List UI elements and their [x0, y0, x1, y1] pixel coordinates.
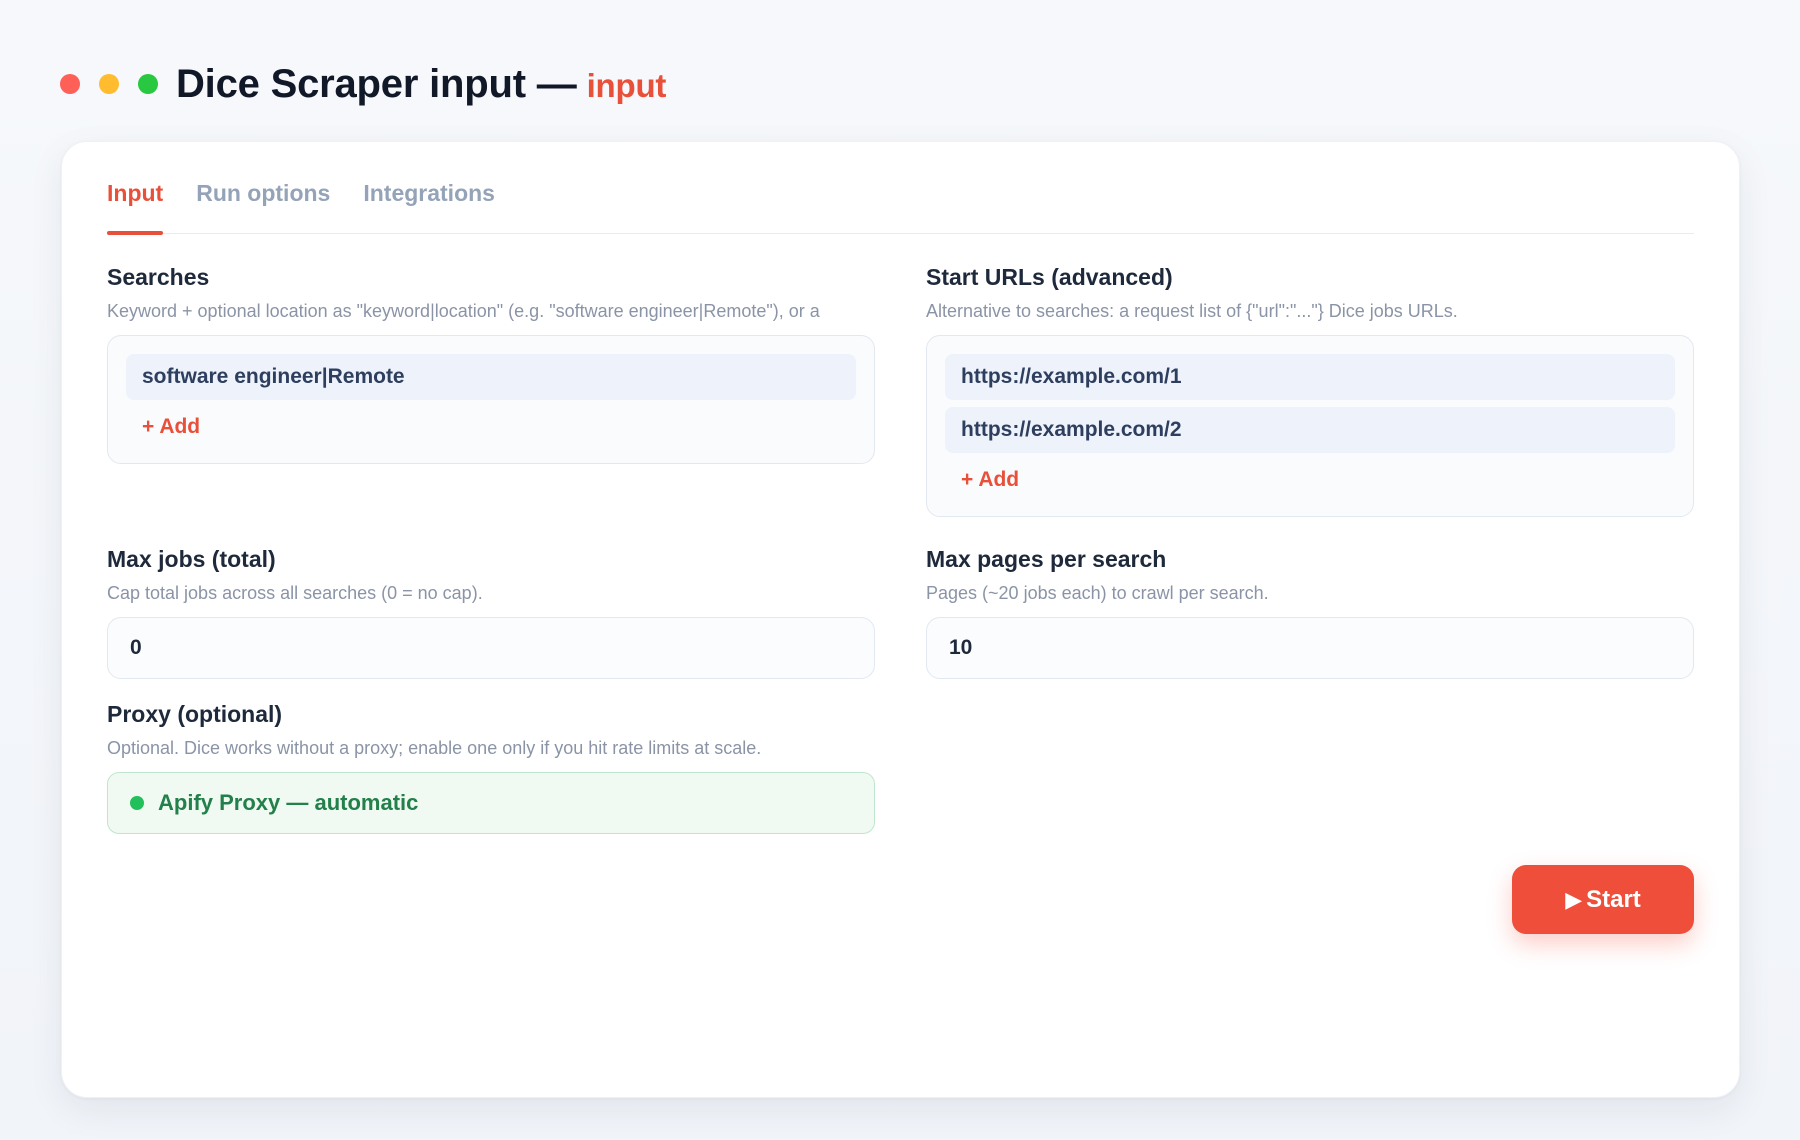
window-titlebar: Dice Scraper input — input: [60, 56, 666, 112]
maximize-window-dot[interactable]: [138, 74, 158, 94]
start-urls-list: https://example.com/1 https://example.co…: [926, 335, 1694, 517]
tab-run-options[interactable]: Run options: [196, 178, 330, 234]
proxy-label: Proxy (optional): [107, 701, 283, 727]
proxy-help: Optional. Dice works without a proxy; en…: [107, 738, 762, 758]
start-urls-help: Alternative to searches: a request list …: [926, 301, 1458, 321]
play-icon: ▶: [1565, 886, 1583, 912]
start-urls-label: Start URLs (advanced): [926, 264, 1173, 290]
input-card: Input Run options Integrations Searches …: [61, 141, 1740, 1098]
searches-help: Keyword + optional location as "keyword|…: [107, 301, 820, 321]
start-button[interactable]: ▶ Start: [1512, 865, 1694, 934]
tab-bar: Input Run options Integrations: [107, 178, 1694, 235]
searches-field: Searches Keyword + optional location as …: [107, 264, 875, 464]
max-jobs-input[interactable]: 0: [107, 617, 875, 679]
status-dot-icon: [130, 796, 144, 810]
max-pages-help: Pages (~20 jobs each) to crawl per searc…: [926, 583, 1269, 603]
searches-add-button[interactable]: + Add: [126, 407, 856, 447]
list-item[interactable]: https://example.com/2: [945, 407, 1675, 453]
list-item[interactable]: https://example.com/1: [945, 354, 1675, 400]
max-jobs-label: Max jobs (total): [107, 546, 276, 572]
app-title-accent: input: [586, 66, 667, 104]
app-title: Dice Scraper input — input: [176, 61, 667, 106]
max-jobs-field: Max jobs (total) Cap total jobs across a…: [107, 546, 875, 679]
searches-label: Searches: [107, 264, 210, 290]
start-button-label: Start: [1586, 885, 1641, 913]
proxy-value: Apify Proxy — automatic: [158, 790, 419, 815]
minimize-window-dot[interactable]: [99, 74, 119, 94]
proxy-field: Proxy (optional) Optional. Dice works wi…: [107, 701, 875, 834]
max-pages-field: Max pages per search Pages (~20 jobs eac…: [926, 546, 1694, 679]
max-pages-label: Max pages per search: [926, 546, 1167, 572]
max-pages-input[interactable]: 10: [926, 617, 1694, 679]
close-window-dot[interactable]: [60, 74, 80, 94]
proxy-selector[interactable]: Apify Proxy — automatic: [107, 772, 875, 834]
start-urls-add-button[interactable]: + Add: [945, 460, 1675, 500]
start-urls-field: Start URLs (advanced) Alternative to sea…: [926, 264, 1694, 517]
tab-input[interactable]: Input: [107, 178, 164, 235]
list-item[interactable]: software engineer|Remote: [126, 354, 856, 400]
tab-integrations[interactable]: Integrations: [363, 178, 495, 234]
max-jobs-help: Cap total jobs across all searches (0 = …: [107, 583, 483, 603]
searches-list: software engineer|Remote + Add: [107, 335, 875, 464]
